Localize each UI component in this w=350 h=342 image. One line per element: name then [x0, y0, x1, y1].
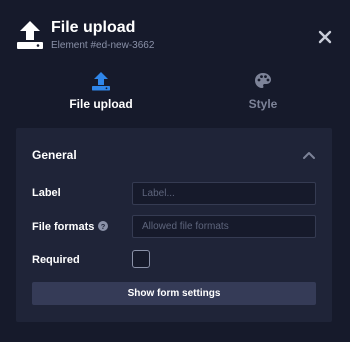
general-section: General Label File formats ? Required Sh… [16, 128, 332, 322]
show-form-settings-button[interactable]: Show form settings [32, 282, 316, 305]
tab-style[interactable]: Style [188, 68, 338, 118]
file-formats-label-text: File formats [32, 221, 95, 233]
help-icon[interactable]: ? [98, 221, 109, 231]
file-formats-field-label: File formats ? [32, 220, 109, 234]
chevron-up-icon[interactable] [301, 148, 317, 162]
close-icon[interactable] [317, 29, 333, 45]
palette-icon [255, 73, 271, 88]
section-title: General [32, 148, 77, 162]
required-field-label: Required [32, 254, 80, 266]
upload-icon [92, 72, 110, 91]
label-field-label: Label [32, 187, 61, 199]
tab-label: Style [248, 97, 278, 111]
label-input[interactable] [132, 182, 316, 205]
panel-title: File upload [51, 19, 136, 36]
file-formats-input[interactable] [132, 215, 316, 238]
upload-icon [17, 21, 43, 49]
svg-text:?: ? [101, 222, 106, 231]
required-checkbox[interactable] [132, 250, 150, 268]
element-id: Element #ed-new-3662 [51, 40, 155, 51]
tab-label: File upload [69, 97, 133, 111]
tab-file-upload[interactable]: File upload [26, 68, 176, 118]
element-settings-panel: File upload Element #ed-new-3662 File up… [0, 0, 350, 342]
